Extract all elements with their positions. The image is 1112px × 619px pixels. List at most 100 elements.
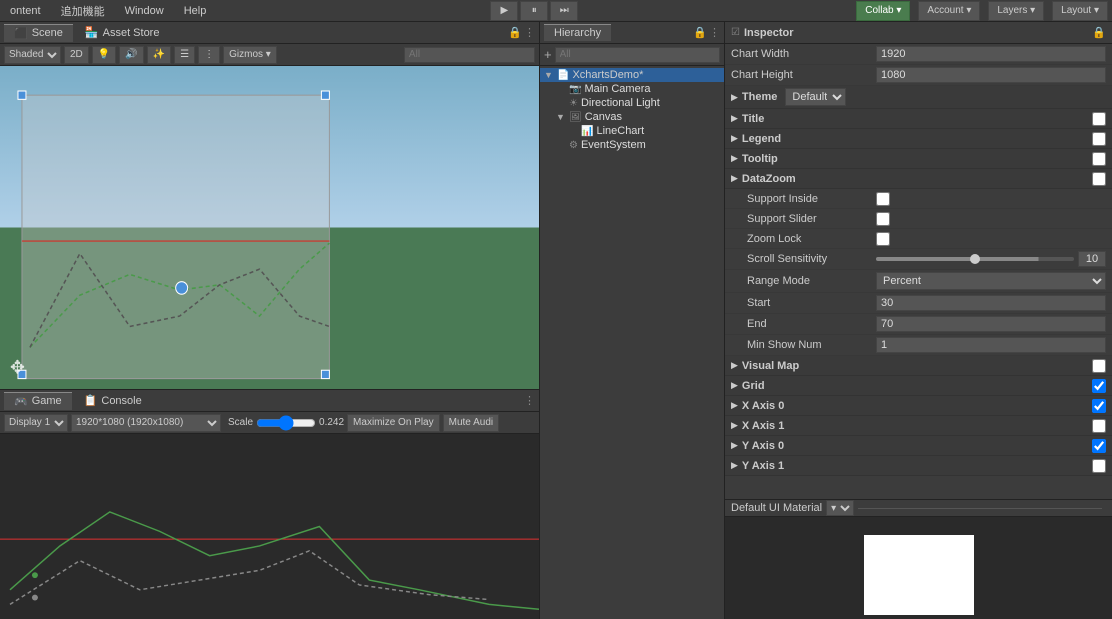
game-panel-options: ⋮ xyxy=(524,394,535,407)
inspector-panel: ☑ Inspector 🔒 Chart Width Chart Height ▶… xyxy=(725,22,1112,619)
game-view[interactable] xyxy=(0,434,539,619)
foldout-legend[interactable]: ▶ Legend xyxy=(725,129,1112,149)
shading-select[interactable]: Shaded xyxy=(4,46,61,64)
gizmos-btn[interactable]: Gizmos ▾ xyxy=(223,46,277,64)
grid-checkbox[interactable] xyxy=(1092,379,1106,393)
foldout-tooltip[interactable]: ▶ Tooltip xyxy=(725,149,1112,169)
datazoom-label: DataZoom xyxy=(742,173,796,185)
foldout-xaxis0[interactable]: ▶ X Axis 0 xyxy=(725,396,1112,416)
material-dropdown[interactable]: ▾ xyxy=(826,500,854,516)
row-end: End xyxy=(725,314,1112,335)
tree-item-dirlight[interactable]: ☀ Directional Light xyxy=(552,96,724,110)
row-scroll-sensitivity: Scroll Sensitivity xyxy=(725,249,1112,270)
scale-slider[interactable] xyxy=(256,416,316,430)
input-end[interactable] xyxy=(876,316,1106,332)
tree-item-eventsystem[interactable]: ⚙ EventSystem xyxy=(552,138,724,152)
title-checkbox[interactable] xyxy=(1092,112,1106,126)
eventsystem-icon: ⚙ xyxy=(569,140,578,151)
menu-extra[interactable]: 追加機能 xyxy=(55,1,111,21)
foldout-title[interactable]: ▶ Title xyxy=(725,109,1112,129)
support-slider-checkbox[interactable] xyxy=(876,212,890,226)
foldout-theme[interactable]: ▶ Theme Default xyxy=(725,86,1112,109)
mute-btn[interactable]: Mute Audi xyxy=(443,414,499,432)
tree-item-maincamera[interactable]: 📷 Main Camera xyxy=(552,82,724,96)
lights-button[interactable]: 💡 xyxy=(92,46,116,64)
hierarchy-add-btn[interactable]: + xyxy=(544,47,552,62)
inspector-checkbox-icon[interactable]: ☑ xyxy=(731,27,740,38)
foldout-yaxis0[interactable]: ▶ Y Axis 0 xyxy=(725,436,1112,456)
theme-select[interactable]: Default xyxy=(785,88,846,106)
tab-asset-store[interactable]: 🏪 Asset Store xyxy=(75,24,170,41)
tooltip-checkbox[interactable] xyxy=(1092,152,1106,166)
hierarchy-options: 🔒 ⋮ xyxy=(693,26,720,39)
yaxis1-checkbox[interactable] xyxy=(1092,459,1106,473)
bottom-material-label: Default UI Material xyxy=(731,502,822,514)
scroll-sensitivity-value[interactable] xyxy=(1078,251,1106,267)
scene-layers-btn[interactable]: ☰ xyxy=(174,46,195,64)
inspector-body: Chart Width Chart Height ▶ Theme Default xyxy=(725,44,1112,499)
xaxis1-checkbox[interactable] xyxy=(1092,419,1106,433)
layout-button[interactable]: Layout ▾ xyxy=(1052,1,1108,21)
input-min-show-num[interactable] xyxy=(876,337,1106,353)
input-chart-width[interactable] xyxy=(876,46,1106,62)
label-support-slider: Support Slider xyxy=(731,213,876,225)
hierarchy-more-icon[interactable]: ⋮ xyxy=(709,26,720,39)
tree-item-xchartsdemo[interactable]: ▼ 📄 XchartsDemo* xyxy=(540,68,724,82)
foldout-xaxis1[interactable]: ▶ X Axis 1 xyxy=(725,416,1112,436)
legend-checkbox[interactable] xyxy=(1092,132,1106,146)
chart-icon: 📊 xyxy=(581,126,593,137)
tab-scene[interactable]: ⬛ Scene xyxy=(4,24,73,42)
account-button[interactable]: Account ▾ xyxy=(918,1,980,21)
zoom-lock-checkbox[interactable] xyxy=(876,232,890,246)
foldout-yaxis1[interactable]: ▶ Y Axis 1 xyxy=(725,456,1112,476)
tab-console[interactable]: 📋 Console xyxy=(74,392,152,409)
datazoom-checkbox[interactable] xyxy=(1092,172,1106,186)
scene-view[interactable]: ✥ xyxy=(0,66,539,389)
layers-button[interactable]: Layers ▾ xyxy=(988,1,1044,21)
foldout-datazoom[interactable]: ▶ DataZoom xyxy=(725,169,1112,189)
tree-item-canvas[interactable]: ▼ 🖼 Canvas xyxy=(552,110,724,124)
input-start[interactable] xyxy=(876,295,1106,311)
menu-window[interactable]: Window xyxy=(119,3,170,19)
foldout-visual-map[interactable]: ▶ Visual Map xyxy=(725,356,1112,376)
range-mode-select[interactable]: Percent xyxy=(876,272,1106,290)
display-select[interactable]: Display 1 xyxy=(4,414,68,432)
row-support-inside: Support Inside xyxy=(725,189,1112,209)
tab-hierarchy[interactable]: Hierarchy xyxy=(544,24,611,41)
tab-game[interactable]: 🎮 Game xyxy=(4,392,72,410)
audio-button[interactable]: 🔊 xyxy=(119,46,143,64)
scroll-sensitivity-slider[interactable] xyxy=(876,257,1074,261)
menu-help[interactable]: Help xyxy=(178,3,213,19)
game-panel: 🎮 Game 📋 Console ⋮ Display 1 1920*1080 (… xyxy=(0,389,540,619)
collab-button[interactable]: Collab ▾ xyxy=(856,1,910,21)
menu-ontent[interactable]: ontent xyxy=(4,3,47,19)
play-button[interactable]: ▶ xyxy=(490,1,518,21)
visualmap-checkbox[interactable] xyxy=(1092,359,1106,373)
bottom-bar: Default UI Material ▾ xyxy=(725,500,1112,517)
input-chart-height[interactable] xyxy=(876,67,1106,83)
maximize-btn[interactable]: Maximize On Play xyxy=(347,414,440,432)
label-min-show-num: Min Show Num xyxy=(731,339,876,351)
scale-value: 0.242 xyxy=(319,417,344,428)
foldout-grid[interactable]: ▶ Grid xyxy=(725,376,1112,396)
resolution-select[interactable]: 1920*1080 (1920x1080) xyxy=(71,414,221,432)
hierarchy-lock-icon[interactable]: 🔒 xyxy=(693,26,707,39)
step-button[interactable]: ⏭ xyxy=(550,1,578,21)
yaxis0-checkbox[interactable] xyxy=(1092,439,1106,453)
tree-arrow-canvas: ▼ xyxy=(556,112,566,122)
support-inside-checkbox[interactable] xyxy=(876,192,890,206)
pause-button[interactable]: ⏸ xyxy=(520,1,548,21)
scene-more-icon[interactable]: ⋮ xyxy=(524,26,535,39)
scene-lock-icon[interactable]: 🔒 xyxy=(508,26,522,39)
xaxis1-label: X Axis 1 xyxy=(742,420,784,432)
game-more-icon[interactable]: ⋮ xyxy=(524,394,535,407)
scene-more-btn[interactable]: ⋮ xyxy=(198,46,220,64)
2d-button[interactable]: 2D xyxy=(64,46,89,64)
hierarchy-search-input[interactable] xyxy=(555,47,720,63)
tree-item-linechart[interactable]: 📊 LineChart xyxy=(564,124,724,138)
scene-search-input[interactable] xyxy=(404,47,535,63)
fx-button[interactable]: ✨ xyxy=(147,46,171,64)
label-chart-height: Chart Height xyxy=(731,69,876,81)
inspector-lock-icon[interactable]: 🔒 xyxy=(1092,26,1106,39)
xaxis0-checkbox[interactable] xyxy=(1092,399,1106,413)
